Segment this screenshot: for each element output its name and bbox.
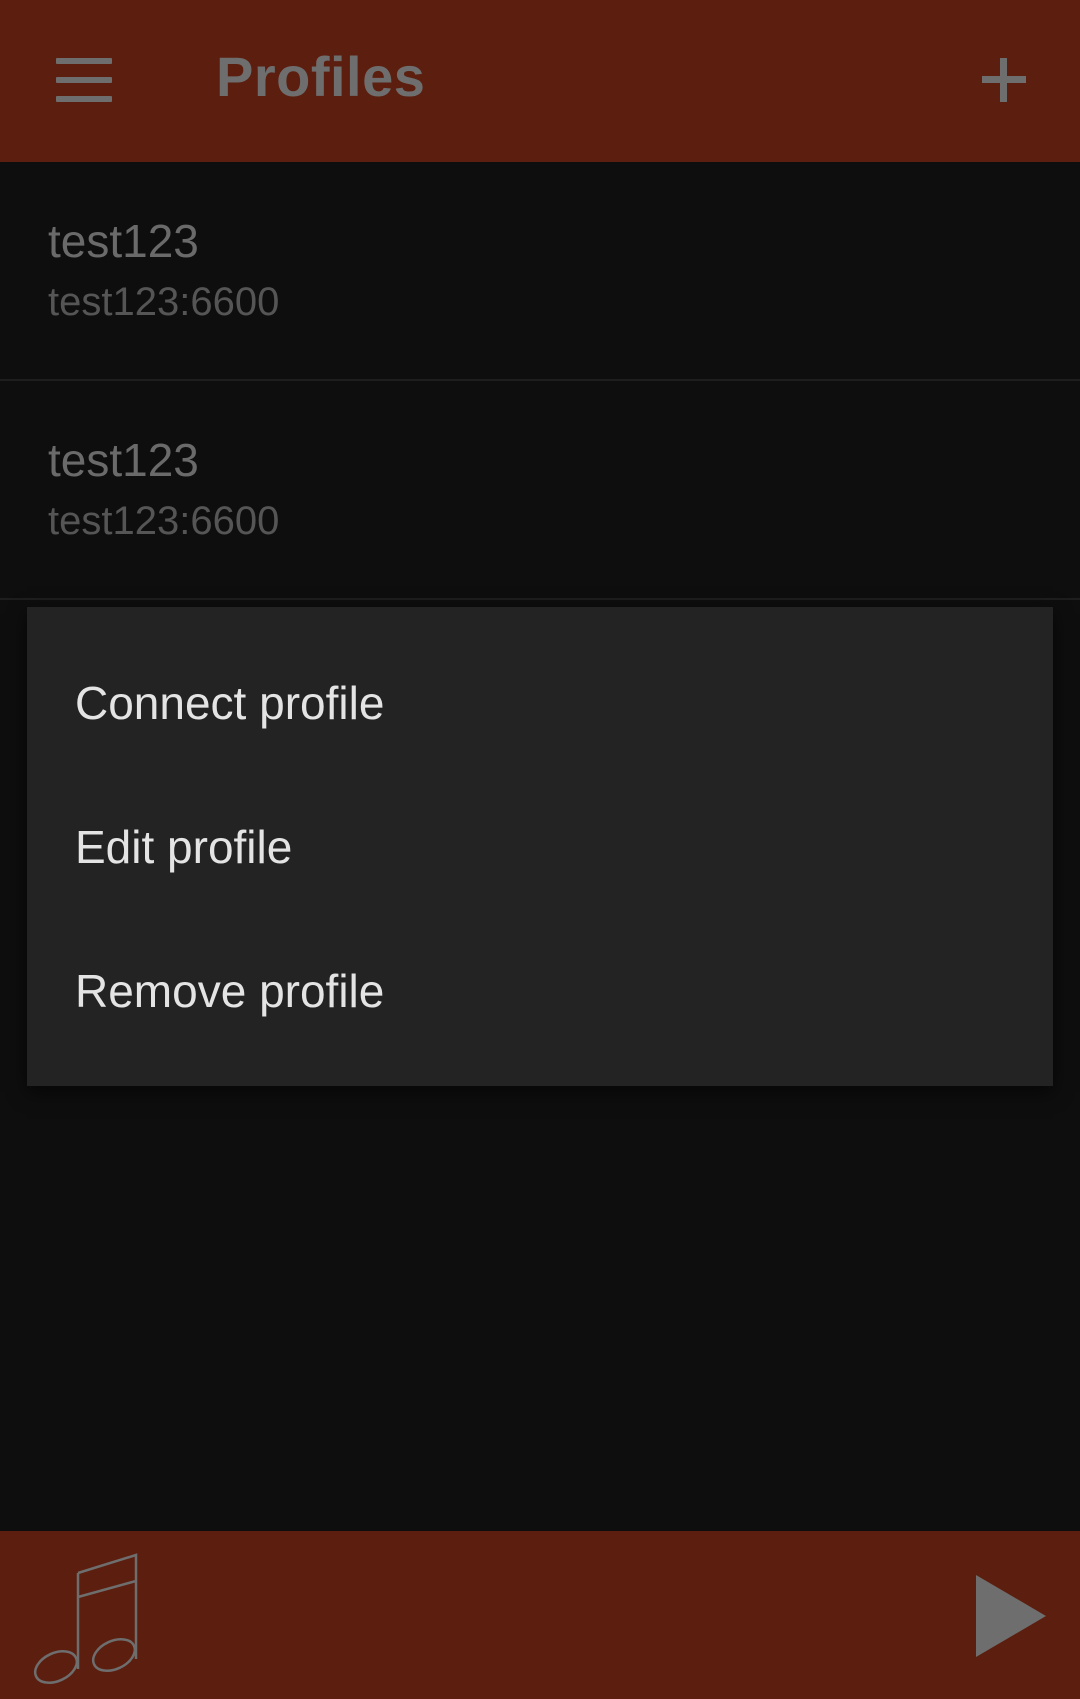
- profile-name: test123: [48, 434, 199, 486]
- hamburger-menu-icon[interactable]: [40, 40, 128, 120]
- profile-list-item[interactable]: test123 test123:6600: [0, 162, 1080, 381]
- edit-profile-menu-item[interactable]: Edit profile: [27, 775, 1053, 919]
- menu-bar: [56, 77, 112, 83]
- play-icon: [976, 1575, 1046, 1657]
- connect-profile-menu-item[interactable]: Connect profile: [27, 631, 1053, 775]
- play-button[interactable]: [970, 1571, 1050, 1661]
- profiles-screen: Profiles test123 test123:6600 test123 te…: [0, 0, 1080, 1699]
- music-note-icon: [33, 1553, 138, 1684]
- plus-icon: [982, 58, 1026, 102]
- menu-bar: [56, 58, 112, 64]
- profile-host: test123:6600: [48, 499, 280, 543]
- now-playing-bar: [0, 1531, 1080, 1699]
- profile-list: test123 test123:6600 test123 test123:660…: [0, 162, 1080, 600]
- remove-profile-menu-item[interactable]: Remove profile: [27, 919, 1053, 1063]
- profile-context-menu: Connect profile Edit profile Remove prof…: [27, 607, 1053, 1086]
- menu-bar: [56, 96, 112, 102]
- page-title: Profiles: [216, 45, 426, 108]
- profile-list-item[interactable]: test123 test123:6600: [0, 381, 1080, 600]
- app-bar: Profiles: [0, 0, 1080, 162]
- profile-name: test123: [48, 215, 199, 267]
- profile-host: test123:6600: [48, 280, 280, 324]
- add-profile-button[interactable]: [964, 40, 1044, 120]
